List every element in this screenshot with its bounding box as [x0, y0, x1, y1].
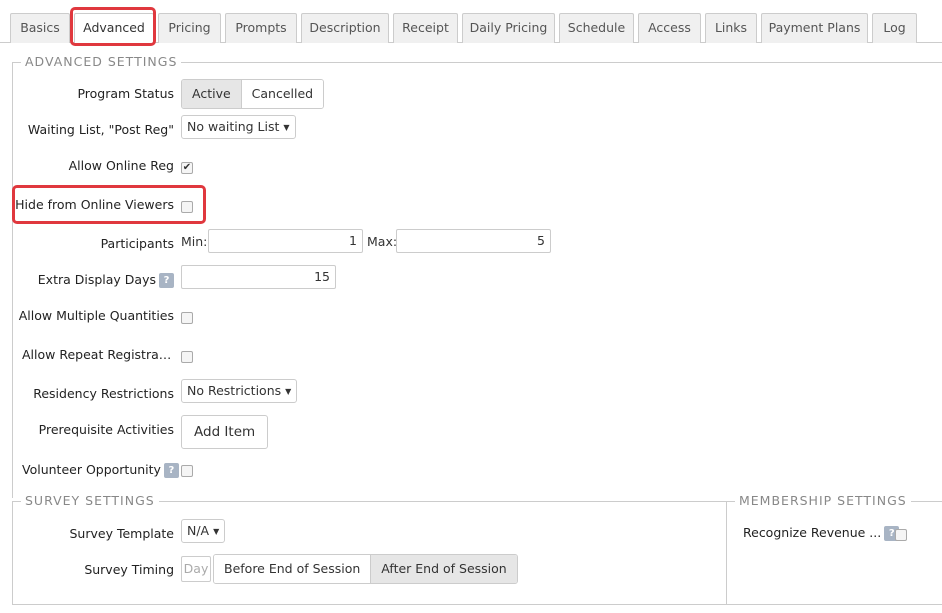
participants-max-label: Max:: [367, 234, 398, 249]
recognize-revenue-checkbox[interactable]: [895, 529, 907, 541]
residency-restrictions-select[interactable]: No Restrictions ▼: [181, 379, 298, 403]
before-end-of-session-option[interactable]: Before End of Session: [214, 555, 371, 583]
participants-max-input[interactable]: 5: [396, 229, 551, 253]
participants-min-input[interactable]: 1: [208, 229, 363, 253]
checkmark-icon: ✔: [182, 162, 192, 173]
recognize-revenue-text: Recognize Revenue ...: [743, 525, 882, 540]
recognize-revenue-label: Recognize Revenue ...?: [743, 525, 900, 541]
hide-online-checkbox[interactable]: [181, 201, 193, 213]
allow-multiple-quantities-label: Allow Multiple Quantities: [18, 308, 174, 323]
membership-settings-legend: MEMBERSHIP SETTINGS: [739, 493, 907, 508]
tab-basics[interactable]: Basics: [10, 13, 70, 43]
allow-multiple-quantities-checkbox[interactable]: [181, 312, 193, 324]
tab-access[interactable]: Access: [638, 13, 701, 43]
chevron-down-icon: ▼: [213, 526, 220, 536]
tab-daily-pricing[interactable]: Daily Pricing: [462, 13, 555, 43]
survey-settings-legend: SURVEY SETTINGS: [25, 493, 155, 508]
survey-settings-section: SURVEY SETTINGS: [12, 493, 726, 605]
tab-links[interactable]: Links: [705, 13, 757, 43]
help-icon[interactable]: ?: [159, 273, 174, 288]
program-status-label: Program Status: [77, 86, 174, 101]
survey-timing-toggle: Before End of Session After End of Sessi…: [213, 554, 518, 584]
volunteer-opportunity-text: Volunteer Opportunity: [22, 462, 161, 477]
status-active-option[interactable]: Active: [182, 80, 241, 108]
after-end-of-session-option[interactable]: After End of Session: [370, 555, 517, 583]
tab-description[interactable]: Description: [301, 13, 389, 43]
tab-receipt[interactable]: Receipt: [393, 13, 458, 43]
tab-payment-plans[interactable]: Payment Plans: [761, 13, 868, 43]
allow-repeat-registration-checkbox[interactable]: [181, 351, 193, 363]
tab-log[interactable]: Log: [872, 13, 917, 43]
tab-prompts[interactable]: Prompts: [225, 13, 297, 43]
extra-display-days-label: Extra Display Days?: [38, 272, 174, 288]
chevron-down-icon: ▼: [283, 122, 290, 132]
program-status-toggle: Active Cancelled: [181, 79, 325, 109]
allow-repeat-registration-label: Allow Repeat Registration: [22, 347, 174, 362]
waiting-list-value: No waiting List: [187, 119, 280, 134]
extra-display-days-text: Extra Display Days: [37, 272, 156, 287]
tab-pricing[interactable]: Pricing: [158, 13, 221, 43]
tab-schedule[interactable]: Schedule: [559, 13, 634, 43]
residency-restrictions-label: Residency Restrictions: [33, 386, 174, 401]
survey-template-value: N/A: [187, 523, 210, 538]
allow-online-reg-checkbox[interactable]: ✔: [181, 162, 193, 174]
help-icon[interactable]: ?: [163, 463, 179, 478]
membership-settings-section: MEMBERSHIP SETTINGS: [726, 493, 942, 605]
participants-min-label: Min:: [181, 234, 208, 249]
survey-template-label: Survey Template: [69, 526, 175, 541]
waiting-list-select[interactable]: No waiting List ▼: [181, 115, 296, 139]
tab-advanced[interactable]: Advanced: [74, 13, 154, 44]
survey-template-select[interactable]: N/A ▼: [181, 519, 226, 543]
extra-display-days-input[interactable]: 15: [181, 265, 336, 289]
advanced-settings-legend: ADVANCED SETTINGS: [25, 54, 178, 69]
status-cancelled-option[interactable]: Cancelled: [240, 80, 324, 108]
prerequisite-activities-label: Prerequisite Activities: [38, 422, 174, 437]
add-item-button[interactable]: Add Item: [181, 415, 269, 449]
tab-bar: Basics Advanced Pricing Prompts Descript…: [0, 0, 942, 44]
participants-label: Participants: [100, 236, 174, 251]
survey-day-input[interactable]: Day: [181, 556, 211, 582]
volunteer-opportunity-label: Volunteer Opportunity?: [22, 462, 179, 478]
survey-timing-label: Survey Timing: [84, 562, 174, 577]
waiting-list-label: Waiting List, "Post Reg": [27, 122, 174, 137]
hide-online-label: Hide from Online Viewers: [15, 197, 174, 212]
chevron-down-icon: ▼: [285, 386, 292, 396]
residency-restrictions-value: No Restrictions: [187, 383, 282, 398]
allow-online-reg-label: Allow Online Reg: [68, 158, 174, 173]
volunteer-opportunity-checkbox[interactable]: [181, 465, 193, 477]
